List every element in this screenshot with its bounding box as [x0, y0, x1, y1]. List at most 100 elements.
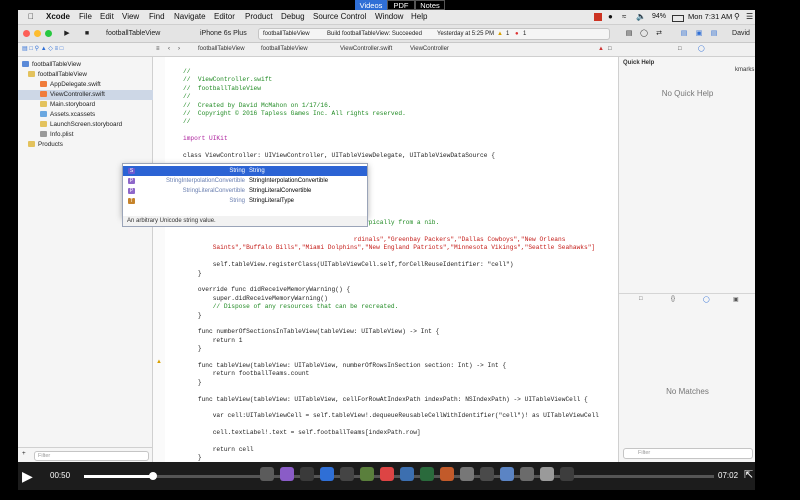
source-editor[interactable]: //// ViewController.swift// footballTabl…	[165, 57, 617, 462]
wifi-icon[interactable]: ≈	[622, 10, 626, 24]
completion-item[interactable]: S String String	[123, 166, 367, 176]
standard-editor-icon[interactable]: ▤	[623, 28, 635, 39]
dock-app-icon[interactable]	[440, 467, 454, 481]
code-line: class ViewController: UIViewController, …	[183, 152, 495, 159]
assets-icon	[40, 111, 47, 117]
menu-navigate[interactable]: Navigate	[174, 10, 206, 24]
menu-help[interactable]: Help	[411, 10, 427, 24]
media-library-icon[interactable]: ▣	[733, 296, 739, 303]
minimize-window-button[interactable]	[34, 30, 41, 37]
menu-window[interactable]: Window	[375, 10, 403, 24]
back-button[interactable]: ‹	[168, 43, 170, 56]
code-snippet-icon[interactable]: {}	[671, 296, 675, 302]
warning-icon[interactable]: ▲	[497, 29, 503, 39]
play-icon[interactable]: ▶	[22, 468, 33, 485]
xcode-screen:  Xcode File Edit View Find Navigate Edi…	[18, 10, 755, 462]
dock-app-icon[interactable]	[500, 467, 514, 481]
scrubber-handle[interactable]	[149, 472, 158, 480]
menu-debug[interactable]: Debug	[281, 10, 305, 24]
dock-app-icon[interactable]	[520, 467, 534, 481]
device-selector[interactable]: iPhone 6s Plus	[200, 28, 255, 39]
tab-videos[interactable]: Videos	[355, 0, 387, 10]
nav-item-folder[interactable]: footballTableView	[18, 70, 162, 80]
object-library-icon[interactable]: ◯	[703, 296, 710, 303]
dock-app-icon[interactable]	[540, 467, 554, 481]
nav-item-label: AppDelegate.swift	[50, 81, 101, 88]
code-line: self.tableView.registerClass(UITableView…	[183, 261, 514, 269]
completion-item[interactable]: P StringInterpolationConvertible StringInt…	[123, 176, 367, 186]
add-icon[interactable]: +	[22, 450, 26, 457]
menu-find[interactable]: Find	[149, 10, 165, 24]
menu-extra-icon[interactable]: ●	[608, 10, 613, 24]
assistant-editor-icon[interactable]: ◯	[638, 28, 650, 39]
menu-edit[interactable]: Edit	[100, 10, 114, 24]
run-icon[interactable]: ▶	[60, 28, 74, 39]
dock-app-icon[interactable]	[360, 467, 374, 481]
nav-item-main-storyboard[interactable]: Main.storyboard	[18, 100, 174, 110]
jump-group[interactable]: footballTableView	[261, 43, 308, 56]
jump-symbol[interactable]: ViewController	[410, 43, 449, 56]
nav-item-viewcontroller[interactable]: ViewController.swift	[18, 90, 174, 100]
file-inspector-icon[interactable]: □	[678, 43, 682, 56]
forward-button[interactable]: ›	[178, 43, 180, 56]
library-filter-input[interactable]: Filter	[623, 448, 753, 459]
dock-app-icon[interactable]	[300, 467, 314, 481]
menu-editor[interactable]: Editor	[214, 10, 235, 24]
dock-app-icon[interactable]	[380, 467, 394, 481]
dock-app-icon[interactable]	[460, 467, 474, 481]
toggle-navigator-icon[interactable]: ▤	[678, 28, 690, 39]
toggle-utilities-icon[interactable]: ▤	[708, 28, 720, 39]
navigator-filter-input[interactable]: Filter	[34, 451, 149, 461]
scheme-selector[interactable]: footballTableView	[106, 28, 196, 39]
jump-file[interactable]: ViewController.swift	[340, 43, 392, 56]
code-line: }	[183, 345, 202, 353]
editor-options-icon[interactable]: □	[608, 43, 612, 56]
completion-item[interactable]: P StringLiteralConvertible StringLiteralCo…	[123, 186, 367, 196]
menu-app-name[interactable]: Xcode	[46, 10, 70, 24]
error-icon[interactable]: ●	[515, 29, 519, 39]
battery-percent[interactable]: 94%	[652, 10, 666, 24]
record-icon[interactable]	[594, 13, 602, 21]
file-template-icon[interactable]: □	[639, 296, 643, 302]
tab-notes[interactable]: Notes	[415, 0, 445, 10]
navigator-tabs-icon[interactable]: ▤ □ ⚲ ▲ ◇ ≡ □	[22, 43, 63, 56]
nav-item-appdelegate[interactable]: AppDelegate.swift	[18, 80, 174, 90]
dock-app-icon[interactable]	[260, 467, 274, 481]
nav-item-project[interactable]: footballTableView	[18, 60, 156, 70]
menu-clock[interactable]: Mon 7:31 AM	[688, 10, 732, 24]
nav-item-products[interactable]: Products	[18, 140, 162, 150]
fullscreen-icon[interactable]: ⇱	[744, 468, 753, 481]
code-line: // footballTableView	[183, 84, 261, 92]
dock-app-icon[interactable]	[420, 467, 434, 481]
dock-app-icon[interactable]	[280, 467, 294, 481]
quick-help-icon[interactable]: ◯	[698, 43, 705, 56]
trash-icon[interactable]	[560, 467, 574, 481]
jump-project[interactable]: footballTableView	[198, 43, 245, 56]
nav-item-infoplist[interactable]: Info.plist	[18, 130, 174, 140]
related-items-icon[interactable]: ≡	[156, 43, 160, 56]
dock-app-icon[interactable]	[400, 467, 414, 481]
nav-item-launchscreen[interactable]: LaunchScreen.storyboard	[18, 120, 174, 130]
completion-item[interactable]: T String StringLiteralType	[123, 196, 367, 206]
tab-pdf[interactable]: PDF	[387, 0, 415, 10]
quick-help-title: Quick Help	[623, 60, 655, 66]
nav-item-assets[interactable]: Assets.xcassets	[18, 110, 174, 120]
search-icon[interactable]: ⚲	[734, 10, 740, 24]
stop-icon[interactable]: ■	[80, 28, 94, 39]
issue-icon[interactable]: ▲	[598, 43, 604, 56]
dock-app-icon[interactable]	[320, 467, 334, 481]
apple-icon[interactable]: 	[28, 10, 34, 24]
version-editor-icon[interactable]: ⇄	[653, 28, 665, 39]
toggle-debug-area-icon[interactable]: ▣	[693, 28, 705, 39]
menu-view[interactable]: View	[122, 10, 139, 24]
volume-icon[interactable]: 🔈	[636, 10, 646, 24]
zoom-window-button[interactable]	[45, 30, 52, 37]
close-window-button[interactable]	[23, 30, 30, 37]
menu-product[interactable]: Product	[245, 10, 273, 24]
gutter-warning-icon[interactable]: ▲	[156, 359, 162, 365]
menu-source-control[interactable]: Source Control	[313, 10, 366, 24]
menu-file[interactable]: File	[79, 10, 92, 24]
dock-app-icon[interactable]	[340, 467, 354, 481]
dock-app-icon[interactable]	[480, 467, 494, 481]
notification-center-icon[interactable]: ☰	[746, 10, 753, 24]
